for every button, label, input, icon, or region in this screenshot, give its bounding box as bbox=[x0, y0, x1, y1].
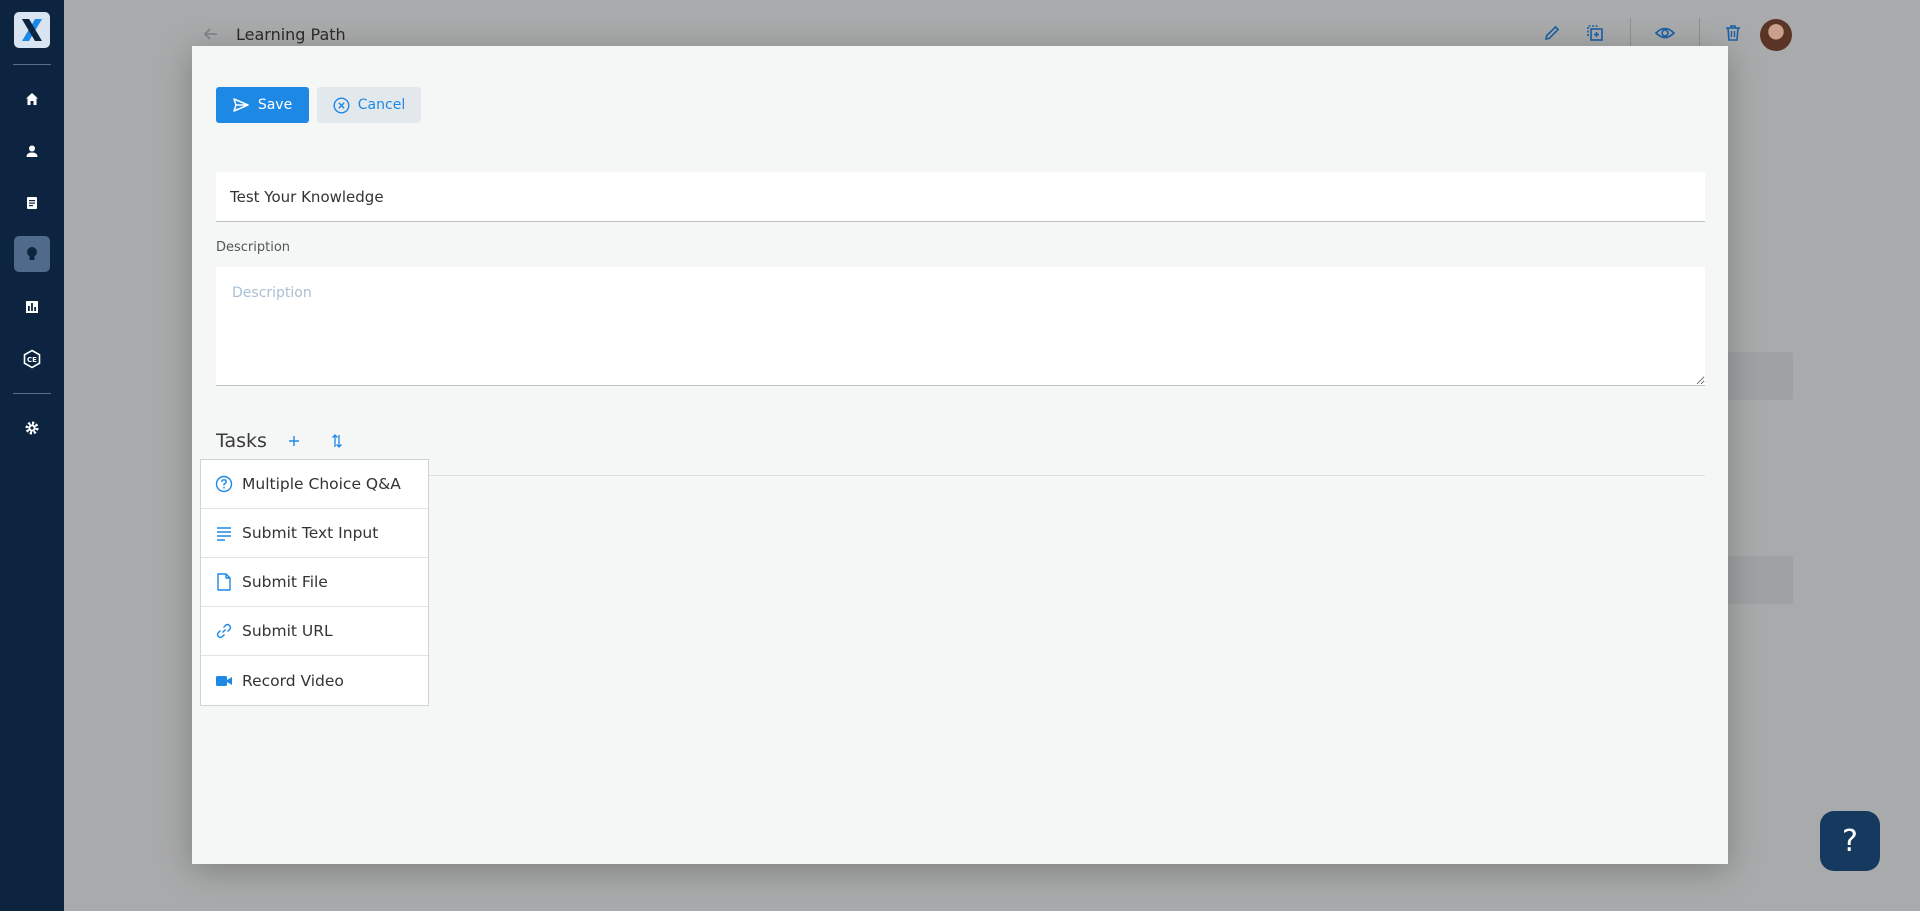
menu-item-label: Submit URL bbox=[242, 622, 333, 640]
description-label: Description bbox=[216, 240, 291, 255]
tasks-heading: Tasks bbox=[216, 430, 267, 452]
lightbulb-icon bbox=[27, 247, 37, 260]
save-button[interactable]: Save bbox=[216, 87, 309, 123]
cancel-button-label: Cancel bbox=[357, 97, 406, 113]
svg-text:CE: CE bbox=[27, 356, 37, 364]
certificate-icon: CE bbox=[23, 349, 41, 369]
file-icon bbox=[215, 573, 233, 591]
link-icon bbox=[215, 622, 233, 640]
menu-item-record-video[interactable]: Record Video bbox=[201, 656, 428, 705]
background-row bbox=[1727, 352, 1793, 400]
bar-chart-icon bbox=[26, 301, 38, 313]
sidebar-item-home[interactable] bbox=[14, 81, 50, 117]
sidebar-item-certificates[interactable]: CE bbox=[14, 341, 50, 377]
home-icon bbox=[26, 93, 38, 105]
user-icon bbox=[26, 145, 38, 157]
menu-item-label: Record Video bbox=[242, 671, 344, 690]
back-arrow-icon[interactable] bbox=[203, 26, 219, 46]
tasks-divider bbox=[216, 475, 1705, 476]
menu-item-label: Submit Text Input bbox=[242, 524, 379, 542]
video-camera-icon bbox=[215, 672, 233, 690]
menu-item-label: Submit File bbox=[242, 573, 328, 591]
page-title: Learning Path bbox=[236, 25, 346, 44]
close-circle-icon bbox=[333, 96, 350, 114]
sidebar: CE bbox=[0, 0, 64, 911]
sidebar-item-analytics[interactable] bbox=[14, 289, 50, 325]
sidebar-item-settings[interactable] bbox=[14, 410, 50, 446]
sidebar-item-users[interactable] bbox=[14, 133, 50, 169]
preview-eye-icon[interactable] bbox=[1654, 24, 1676, 46]
x-logo-icon[interactable] bbox=[14, 12, 50, 48]
description-textarea[interactable] bbox=[216, 267, 1705, 386]
add-task-button[interactable] bbox=[284, 430, 304, 452]
edit-icon[interactable] bbox=[1543, 24, 1561, 46]
task-title-input[interactable] bbox=[216, 172, 1705, 222]
duplicate-icon[interactable] bbox=[1586, 24, 1604, 46]
sidebar-item-library[interactable] bbox=[14, 185, 50, 221]
edit-task-modal: Save Cancel Description Tasks Multiple C… bbox=[192, 46, 1728, 864]
sidebar-divider bbox=[13, 64, 51, 65]
background-row bbox=[1727, 556, 1793, 604]
cancel-button[interactable]: Cancel bbox=[317, 87, 421, 123]
menu-item-text-input[interactable]: Submit Text Input bbox=[201, 509, 428, 558]
task-type-menu: Multiple Choice Q&A Submit Text Input Su… bbox=[200, 459, 429, 706]
help-button[interactable]: ? bbox=[1820, 811, 1880, 871]
book-icon bbox=[27, 197, 37, 209]
sidebar-item-learning[interactable] bbox=[14, 236, 50, 272]
trash-icon[interactable] bbox=[1725, 24, 1741, 46]
menu-item-label: Multiple Choice Q&A bbox=[242, 475, 401, 493]
save-button-label: Save bbox=[257, 97, 293, 113]
avatar[interactable] bbox=[1760, 19, 1792, 51]
reorder-tasks-button[interactable] bbox=[327, 430, 347, 452]
menu-item-submit-file[interactable]: Submit File bbox=[201, 558, 428, 607]
menu-item-multiple-choice[interactable]: Multiple Choice Q&A bbox=[201, 460, 428, 509]
plus-icon bbox=[289, 436, 299, 446]
gear-icon bbox=[25, 421, 39, 435]
sidebar-divider bbox=[13, 393, 51, 394]
text-lines-icon bbox=[215, 524, 233, 542]
send-icon bbox=[233, 98, 249, 112]
question-circle-icon bbox=[215, 475, 233, 493]
sort-arrows-icon bbox=[332, 434, 342, 448]
menu-item-submit-url[interactable]: Submit URL bbox=[201, 607, 428, 656]
